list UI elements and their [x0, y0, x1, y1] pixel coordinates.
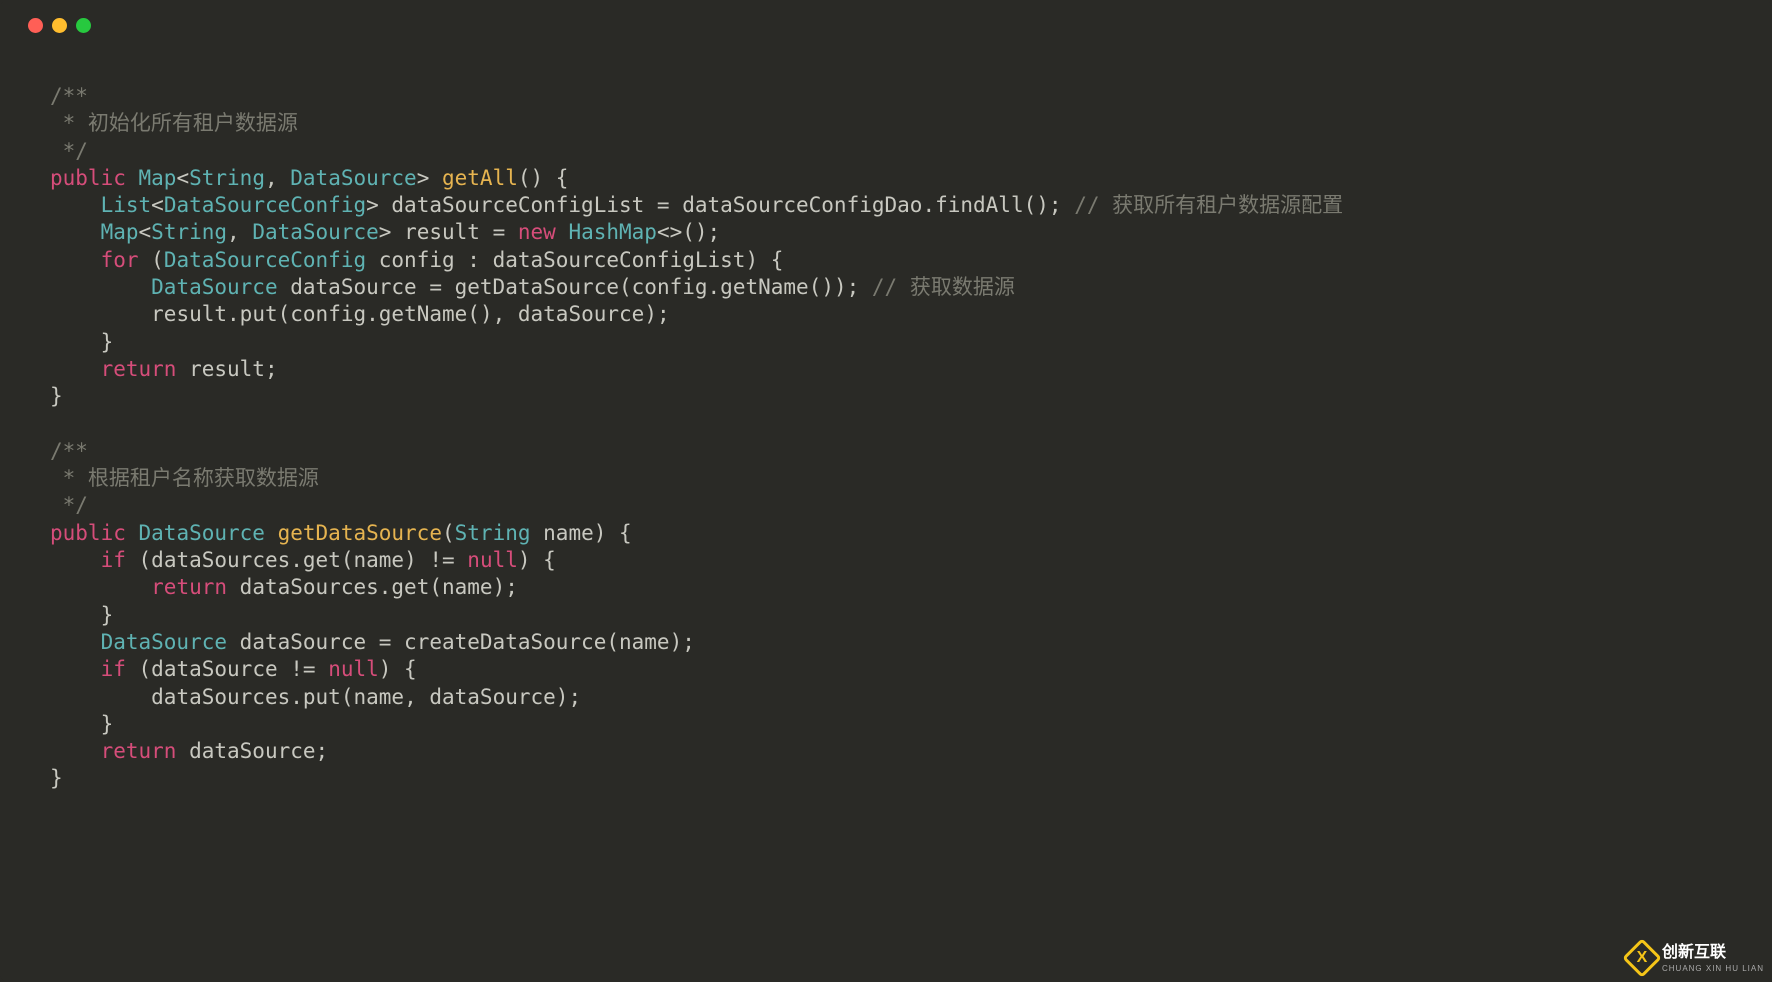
logo-subtitle: CHUANG XIN HU LIAN — [1662, 964, 1764, 974]
type: String — [189, 166, 265, 190]
identifier: dataSource — [518, 302, 644, 326]
identifier: result — [189, 357, 265, 381]
keyword: null — [328, 657, 379, 681]
keyword: null — [467, 548, 518, 572]
keyword: return — [101, 357, 177, 381]
keyword: return — [151, 575, 227, 599]
type: List — [101, 193, 152, 217]
method-name: getAll — [442, 166, 518, 190]
identifier: config — [379, 248, 455, 272]
type: DataSource — [139, 521, 265, 545]
keyword: return — [101, 739, 177, 763]
method-call: findAll — [935, 193, 1024, 217]
comment: */ — [50, 139, 88, 163]
identifier: name — [442, 575, 493, 599]
type: Map — [101, 220, 139, 244]
identifier: dataSource — [240, 630, 366, 654]
keyword: public — [50, 521, 126, 545]
type: DataSourceConfig — [164, 248, 366, 272]
type: Map — [139, 166, 177, 190]
type: DataSource — [290, 166, 416, 190]
comment: /** — [50, 84, 88, 108]
code-block: /** * 初始化所有租户数据源 */ public Map<String, D… — [0, 33, 1772, 793]
keyword: new — [518, 220, 556, 244]
comment: * 根据租户名称获取数据源 — [50, 466, 319, 490]
identifier: result — [151, 302, 227, 326]
identifier: dataSources — [151, 685, 290, 709]
identifier: dataSourceConfigList — [493, 248, 746, 272]
close-icon[interactable] — [28, 18, 43, 33]
identifier: name — [543, 521, 594, 545]
identifier: config — [290, 302, 366, 326]
type: DataSource — [151, 275, 277, 299]
type: DataSource — [252, 220, 378, 244]
logo-title: 创新互联 — [1662, 944, 1726, 961]
type: DataSource — [101, 630, 227, 654]
type: HashMap — [568, 220, 657, 244]
method-call: get — [391, 575, 429, 599]
comment: */ — [50, 493, 88, 517]
keyword: for — [101, 248, 139, 272]
method-name: getDataSource — [278, 521, 442, 545]
type: String — [455, 521, 531, 545]
method-call: getName — [379, 302, 468, 326]
identifier: dataSource — [429, 685, 555, 709]
identifier: dataSourceConfigDao — [682, 193, 922, 217]
identifier: dataSource — [290, 275, 416, 299]
method-call: getName — [720, 275, 809, 299]
comment: * 初始化所有租户数据源 — [50, 111, 298, 135]
identifier: dataSource — [151, 657, 277, 681]
comment: /** — [50, 439, 88, 463]
identifier: result — [404, 220, 480, 244]
minimize-icon[interactable] — [52, 18, 67, 33]
method-call: get — [303, 548, 341, 572]
identifier: name — [619, 630, 670, 654]
type: String — [151, 220, 227, 244]
identifier: dataSourceConfigList — [391, 193, 644, 217]
watermark-logo: X 创新互联 CHUANG XIN HU LIAN — [1628, 943, 1764, 974]
identifier: config — [632, 275, 708, 299]
method-call: getDataSource — [455, 275, 619, 299]
identifier: name — [353, 685, 404, 709]
maximize-icon[interactable] — [76, 18, 91, 33]
identifier: dataSources — [240, 575, 379, 599]
keyword: if — [101, 657, 126, 681]
code-window: /** * 初始化所有租户数据源 */ public Map<String, D… — [0, 0, 1772, 982]
logo-text: 创新互联 CHUANG XIN HU LIAN — [1662, 943, 1764, 974]
identifier: dataSource — [189, 739, 315, 763]
method-call: createDataSource — [404, 630, 606, 654]
identifier: name — [354, 548, 405, 572]
logo-icon: X — [1628, 944, 1656, 972]
keyword: public — [50, 166, 126, 190]
method-call: put — [303, 685, 341, 709]
comment: // 获取所有租户数据源配置 — [1074, 193, 1343, 217]
method-call: put — [240, 302, 278, 326]
type: DataSourceConfig — [164, 193, 366, 217]
keyword: if — [101, 548, 126, 572]
window-titlebar — [0, 0, 1772, 33]
comment: // 获取数据源 — [872, 275, 1015, 299]
identifier: dataSources — [151, 548, 290, 572]
